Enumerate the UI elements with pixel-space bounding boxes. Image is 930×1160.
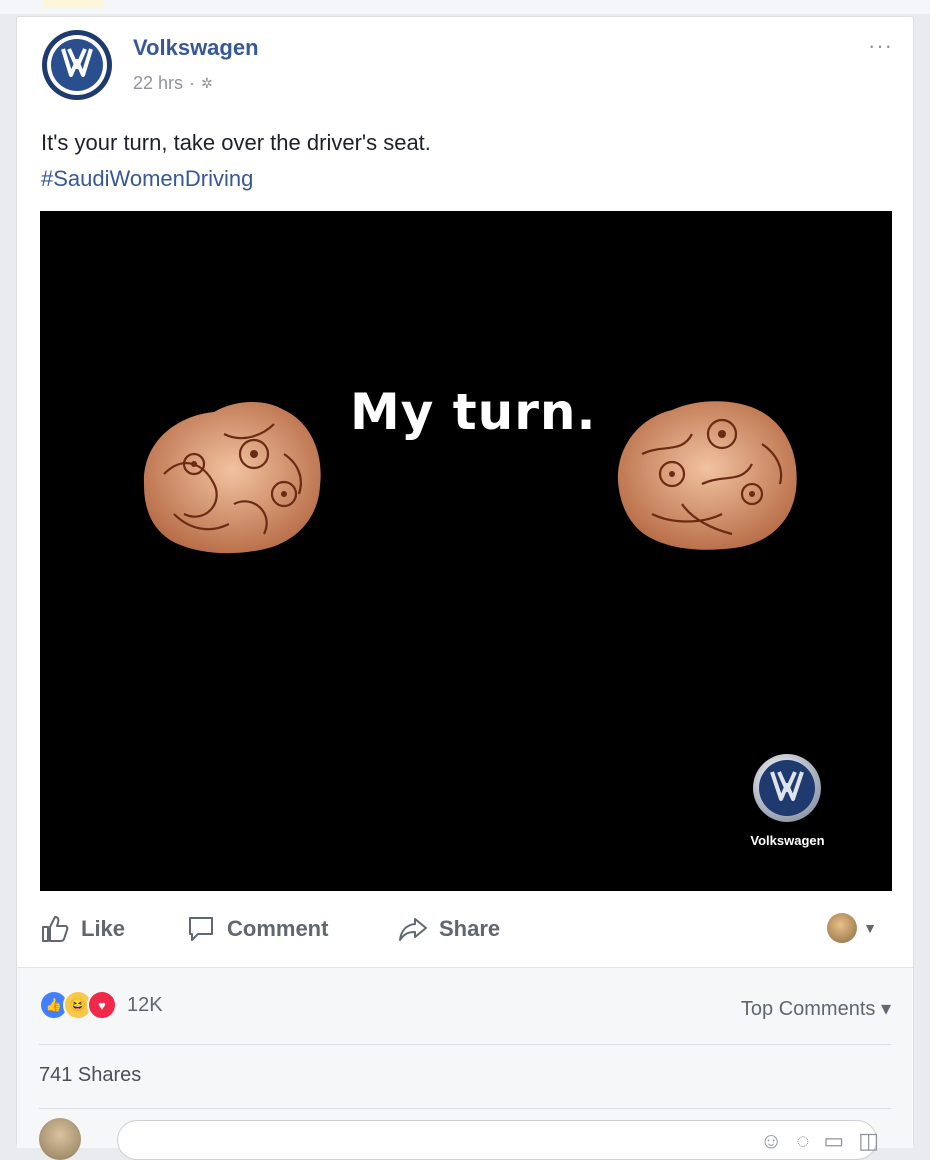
reaction-identity-selector[interactable]: ▼ <box>827 913 877 943</box>
henna-fist-left-image <box>143 401 321 554</box>
action-bar: Like Comment Share <box>17 893 913 965</box>
share-button[interactable]: Share <box>397 913 500 945</box>
page-name-link[interactable]: Volkswagen <box>133 35 259 61</box>
user-avatar <box>827 913 858 943</box>
top-strip-highlight <box>44 0 104 8</box>
vw-logo-icon <box>42 30 112 100</box>
globe-icon: ✲ <box>201 75 213 91</box>
shares-count-link[interactable]: 741 Shares <box>39 1064 141 1087</box>
post-card: Volkswagen 22 hrs · ✲ ··· It's your turn… <box>16 16 914 1160</box>
emoji-icon[interactable]: ☺ <box>760 1128 782 1154</box>
share-label: Share <box>439 916 501 941</box>
hashtag-link[interactable]: #SaudiWomenDriving <box>41 161 431 197</box>
feedback-panel: 👍 😆 ♥ 12K Top Comments ▾ 741 Shares ☺ ◌ … <box>17 967 913 1160</box>
comment-button[interactable]: Comment <box>185 913 328 945</box>
comment-label: Comment <box>227 916 329 941</box>
post-time[interactable]: 22 hrs <box>133 73 183 94</box>
vw-emblem-icon <box>752 753 822 823</box>
more-options-button[interactable]: ··· <box>868 33 893 59</box>
post-text: It's your turn, take over the driver's s… <box>41 125 431 197</box>
share-arrow-icon <box>399 918 427 941</box>
vw-brand-label: Volkswagen <box>750 833 825 848</box>
thumbs-up-icon <box>42 916 69 942</box>
henna-fist-right-image <box>617 401 797 550</box>
sticker-icon[interactable]: ◫ <box>858 1128 879 1154</box>
top-strip <box>0 0 930 14</box>
camera-icon[interactable]: ◌ <box>796 1128 809 1154</box>
divider <box>39 1108 891 1109</box>
post-message: It's your turn, take over the driver's s… <box>41 130 431 155</box>
like-button[interactable]: Like <box>39 913 125 945</box>
comment-sort-dropdown[interactable]: Top Comments ▾ <box>741 996 891 1021</box>
like-label: Like <box>81 916 126 941</box>
reaction-count: 12K <box>127 993 163 1016</box>
post-meta: 22 hrs · ✲ <box>133 73 213 94</box>
comment-tools: ☺ ◌ ▭ ◫ <box>760 1128 879 1154</box>
meta-separator: · <box>189 73 196 93</box>
page-avatar[interactable] <box>41 29 113 101</box>
love-reaction-icon: ♥ <box>87 990 117 1020</box>
post-image[interactable]: My turn. Volkswagen <box>40 211 892 891</box>
commenter-avatar <box>39 1118 81 1160</box>
chevron-down-icon: ▼ <box>863 920 877 936</box>
comment-icon <box>189 917 213 941</box>
reaction-summary[interactable]: 👍 😆 ♥ 12K <box>39 990 163 1020</box>
gif-icon[interactable]: ▭ <box>823 1128 844 1154</box>
divider <box>39 1044 891 1045</box>
image-headline: My turn. <box>350 383 597 441</box>
